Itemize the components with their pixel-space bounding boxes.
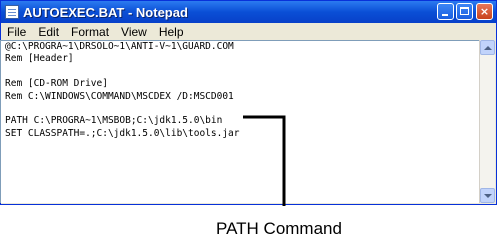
scroll-down-button[interactable] <box>480 188 495 203</box>
menu-bar: File Edit Format View Help <box>1 23 496 40</box>
arrow-up-icon <box>484 46 492 50</box>
callout-label: PATH Command <box>216 219 342 238</box>
menu-file[interactable]: File <box>1 25 32 39</box>
menu-help[interactable]: Help <box>153 25 190 39</box>
menu-edit[interactable]: Edit <box>32 25 65 39</box>
maximize-button[interactable] <box>456 3 473 20</box>
minimize-icon <box>442 14 448 16</box>
title-bar[interactable]: AUTOEXEC.BAT - Notepad × <box>1 1 496 23</box>
menu-view[interactable]: View <box>115 25 153 39</box>
notepad-icon[interactable] <box>5 5 19 19</box>
text-editor[interactable]: @C:\PROGRA~1\DRSOLO~1\ANTI-V~1\GUARD.COM… <box>0 40 479 203</box>
menu-format[interactable]: Format <box>65 25 115 39</box>
editor-content[interactable]: @C:\PROGRA~1\DRSOLO~1\ANTI-V~1\GUARD.COM… <box>5 41 240 140</box>
maximize-icon <box>460 7 469 15</box>
arrow-down-icon <box>484 194 492 198</box>
close-button[interactable]: × <box>476 3 493 20</box>
vertical-scrollbar[interactable] <box>479 40 495 203</box>
scroll-up-button[interactable] <box>480 40 495 55</box>
window-title: AUTOEXEC.BAT - Notepad <box>23 4 188 20</box>
minimize-button[interactable] <box>437 3 454 20</box>
